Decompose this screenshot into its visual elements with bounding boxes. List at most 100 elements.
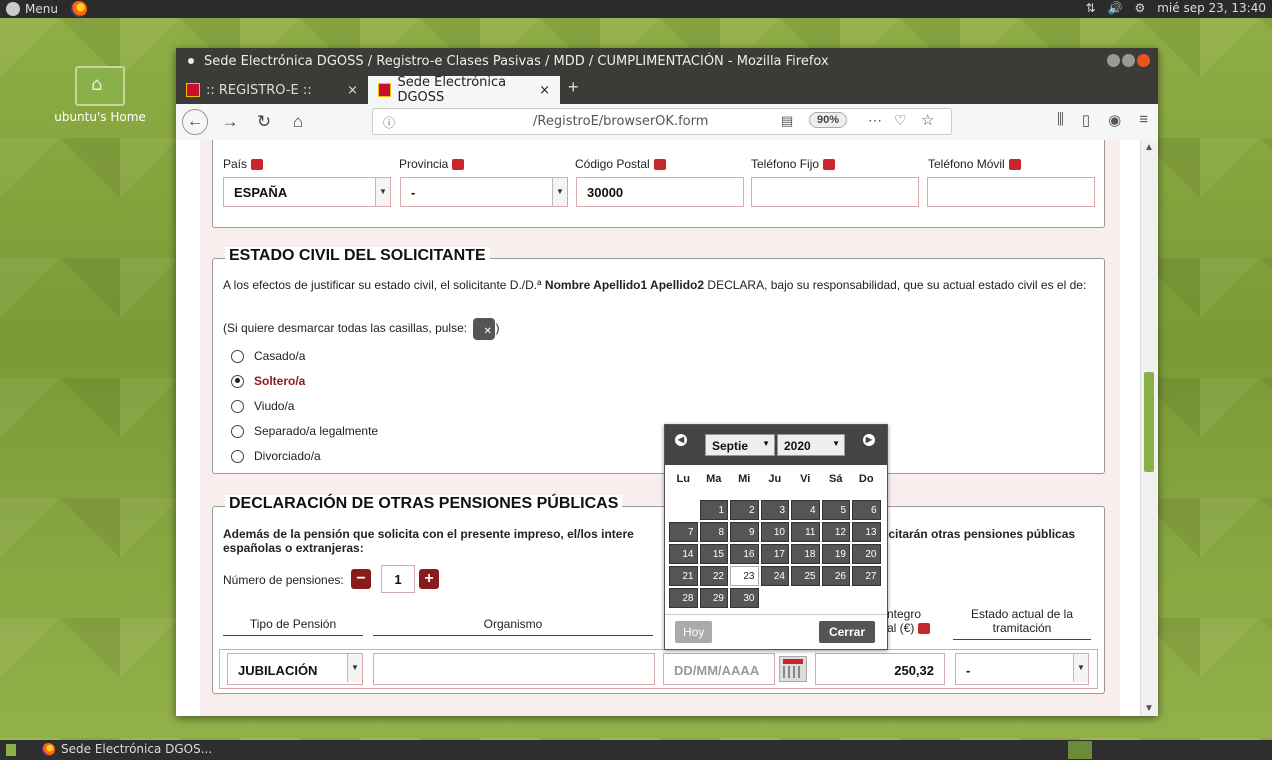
day-cell[interactable]: 4 xyxy=(791,500,820,520)
bookmark-star-icon[interactable]: ☆ xyxy=(921,111,934,129)
scroll-up-icon[interactable]: ▲ xyxy=(1144,142,1154,153)
next-month-icon[interactable]: ▶ xyxy=(863,434,875,446)
settings-icon[interactable]: ⚙ xyxy=(1134,1,1145,15)
network-icon[interactable]: ⇅ xyxy=(1085,1,1095,15)
close-tab-icon[interactable]: × xyxy=(347,83,358,98)
zoom-level[interactable]: 90% xyxy=(809,112,848,128)
radio-circle[interactable] xyxy=(231,349,244,363)
day-cell[interactable]: 22 xyxy=(699,566,728,586)
back-button[interactable]: ← xyxy=(182,109,208,135)
reader-view-icon[interactable]: ▤ xyxy=(781,113,793,129)
radio-separado[interactable]: Separado/a legalmente xyxy=(231,424,378,438)
day-cell[interactable]: 17 xyxy=(760,544,789,564)
hamburger-menu-icon[interactable]: ≡ xyxy=(1139,111,1148,129)
day-cell[interactable]: 28 xyxy=(669,588,698,608)
extension-icon[interactable]: ◉ xyxy=(1108,111,1121,129)
url-bar[interactable]: ⓘ /RegistroE/browserOK.form ▤ 90% ⋯ ♡ ☆ xyxy=(372,108,952,135)
day-cell[interactable]: 29 xyxy=(699,588,728,608)
day-cell[interactable]: 14 xyxy=(669,544,698,564)
radio-circle-checked[interactable] xyxy=(231,374,244,388)
num-pensiones-value[interactable]: 1 xyxy=(381,565,415,593)
close-datepicker-button[interactable]: Cerrar xyxy=(818,621,875,643)
day-cell[interactable]: 30 xyxy=(730,588,759,608)
day-cell[interactable]: 25 xyxy=(791,566,820,586)
day-cell[interactable]: 8 xyxy=(699,522,728,542)
radio-circle[interactable] xyxy=(231,449,244,463)
fecha-input[interactable]: DD/MM/AAAA xyxy=(663,653,775,685)
organismo-input[interactable] xyxy=(373,653,655,685)
day-cell[interactable]: 15 xyxy=(699,544,728,564)
day-cell[interactable]: 1 xyxy=(699,500,728,520)
minimize-button[interactable] xyxy=(1107,54,1120,67)
window-titlebar[interactable]: Sede Electrónica DGOSS / Registro-e Clas… xyxy=(176,48,1158,74)
day-cell[interactable]: 2 xyxy=(730,500,759,520)
day-cell[interactable]: 20 xyxy=(852,544,881,564)
maximize-button[interactable] xyxy=(1122,54,1135,67)
info-icon[interactable] xyxy=(1008,159,1021,171)
new-tab-button[interactable]: + xyxy=(560,77,587,104)
info-icon[interactable] xyxy=(251,159,264,171)
day-cell[interactable]: 5 xyxy=(821,500,850,520)
importe-input[interactable]: 250,32 xyxy=(815,653,945,685)
site-info-icon[interactable]: ⓘ xyxy=(383,114,395,131)
radio-viudo[interactable]: Viudo/a xyxy=(231,399,294,413)
tipo-pension-select[interactable]: JUBILACIÓN ▼ xyxy=(227,653,363,685)
day-cell[interactable]: 27 xyxy=(852,566,881,586)
reload-button[interactable]: ↻ xyxy=(252,112,276,132)
firefox-launcher-icon[interactable] xyxy=(70,1,87,17)
scroll-down-icon[interactable]: ▼ xyxy=(1144,703,1154,714)
day-cell[interactable]: 18 xyxy=(791,544,820,564)
menu-button[interactable]: Menu xyxy=(6,1,87,17)
clock[interactable]: mié sep 23, 13:40 xyxy=(1157,1,1266,15)
vertical-scrollbar[interactable]: ▲ ▼ xyxy=(1140,140,1158,716)
day-cell[interactable]: 24 xyxy=(760,566,789,586)
close-window-button[interactable] xyxy=(1137,54,1150,67)
day-cell[interactable]: 10 xyxy=(760,522,789,542)
day-cell[interactable]: 7 xyxy=(669,522,698,542)
estado-tramitacion-select[interactable]: - ▼ xyxy=(955,653,1089,685)
library-icon[interactable]: ⫼ xyxy=(1057,111,1064,129)
info-icon[interactable] xyxy=(918,623,931,635)
volume-icon[interactable]: 🔊 xyxy=(1108,1,1123,15)
decrement-pensiones-button[interactable]: − xyxy=(351,569,371,589)
taskbar-firefox-item[interactable]: Sede Electrónica DGOS... xyxy=(42,742,212,756)
day-cell[interactable]: 13 xyxy=(852,522,881,542)
increment-pensiones-button[interactable]: + xyxy=(419,569,439,589)
day-cell[interactable]: 21 xyxy=(669,566,698,586)
home-folder-desktop-icon[interactable]: ubuntu's Home xyxy=(48,66,152,124)
day-cell[interactable]: 3 xyxy=(760,500,789,520)
day-cell[interactable]: 19 xyxy=(821,544,850,564)
day-cell[interactable]: 26 xyxy=(821,566,850,586)
day-cell[interactable]: 12 xyxy=(821,522,850,542)
day-cell[interactable]: 9 xyxy=(730,522,759,542)
telefono-movil-input[interactable] xyxy=(927,177,1095,207)
scrollbar-thumb[interactable] xyxy=(1144,372,1154,472)
day-cell[interactable]: 16 xyxy=(730,544,759,564)
radio-circle[interactable] xyxy=(231,399,244,413)
forward-button[interactable]: → xyxy=(218,112,242,132)
sidebar-icon[interactable]: ▯ xyxy=(1082,111,1090,129)
radio-soltero[interactable]: Soltero/a xyxy=(231,374,305,388)
month-select[interactable]: Septie ▼ xyxy=(705,434,775,456)
provincia-select[interactable]: - ▼ xyxy=(400,177,568,207)
codigo-postal-input[interactable]: 30000 xyxy=(576,177,744,207)
tab-sede-electronica[interactable]: Sede Electrónica DGOSS × xyxy=(368,75,560,105)
telefono-fijo-input[interactable] xyxy=(751,177,919,207)
calendar-icon[interactable] xyxy=(779,656,807,682)
radio-circle[interactable] xyxy=(231,424,244,438)
workspace-switcher[interactable] xyxy=(1068,741,1092,759)
info-icon[interactable] xyxy=(452,159,465,171)
day-cell[interactable]: 11 xyxy=(791,522,820,542)
close-tab-icon[interactable]: × xyxy=(539,83,550,98)
radio-divorciado[interactable]: Divorciado/a xyxy=(231,449,321,463)
info-icon[interactable] xyxy=(823,159,836,171)
year-select[interactable]: 2020 ▼ xyxy=(777,434,845,456)
radio-casado[interactable]: Casado/a xyxy=(231,349,305,363)
day-cell[interactable]: 6 xyxy=(852,500,881,520)
show-desktop-icon[interactable] xyxy=(6,744,16,756)
tab-registro-e[interactable]: :: REGISTRO-E :: × xyxy=(176,76,368,104)
pais-select[interactable]: ESPAÑA ▼ xyxy=(223,177,391,207)
prev-month-icon[interactable]: ◀ xyxy=(675,434,687,446)
pocket-icon[interactable]: ♡ xyxy=(894,112,907,129)
page-actions-icon[interactable]: ⋯ xyxy=(868,112,883,129)
